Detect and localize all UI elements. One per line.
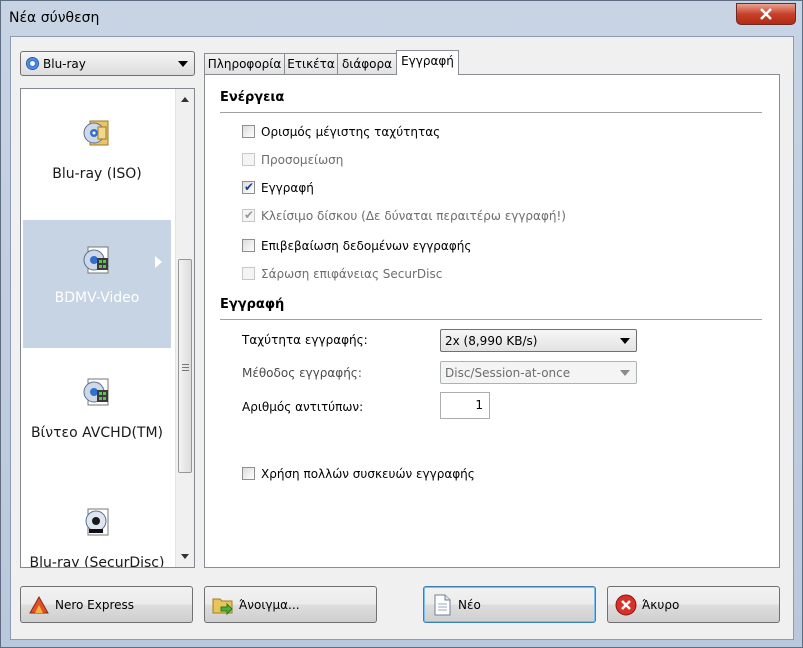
scrollbar-thumb[interactable]: [178, 259, 192, 473]
compilation-type-list[interactable]: Blu-ray (ISO) BDMV-Video Βίντεο AVCHD(TM…: [20, 88, 195, 568]
grip-icon: [182, 364, 189, 371]
list-scrollbar[interactable]: [175, 89, 194, 567]
cancel-button[interactable]: Άκυρο: [607, 586, 780, 623]
tab-label[interactable]: Ετικέτα: [284, 53, 338, 74]
disc-type-dropdown[interactable]: Blu-ray: [20, 51, 195, 76]
blu-ray-iso-icon: [83, 120, 109, 146]
write-method-dropdown: Disc/Session-at-once: [440, 361, 637, 384]
open-folder-icon: [212, 598, 233, 616]
checkbox-box: [242, 467, 255, 480]
checkbox-box: [242, 153, 255, 166]
write-method-label: Μέθοδος εγγραφής:: [242, 366, 362, 380]
write-section-title: Εγγραφή: [220, 297, 285, 312]
avchd-video-icon: [83, 378, 109, 406]
checkbox-label: Εγγραφή: [261, 181, 314, 195]
list-item-blu-ray-iso[interactable]: Blu-ray (ISO): [23, 91, 171, 219]
new-button[interactable]: Νέο: [423, 586, 596, 623]
divider: [220, 319, 762, 320]
checkbox-label: Κλείσιμο δίσκου (Δε δύναται περαιτέρω εγ…: [261, 209, 566, 223]
checkbox-label: Σάρωση επιφάνειας SecurDisc: [261, 267, 443, 281]
nero-express-icon: [29, 595, 49, 614]
open-label: Άνοιγμα...: [239, 598, 300, 612]
securdisc-icon: [85, 508, 109, 536]
write-speed-value: 2x (8,990 KB/s): [445, 334, 538, 348]
close-button[interactable]: [736, 3, 796, 25]
tab-info[interactable]: Πληροφορία: [204, 53, 285, 74]
checkbox-label: Χρήση πολλών συσκευών εγγραφής: [261, 467, 475, 481]
list-item-label: BDMV-Video: [54, 290, 140, 306]
list-item-bdmv-video[interactable]: BDMV-Video: [23, 220, 171, 348]
checkbox-label: Επιβεβαίωση δεδομένων εγγραφής: [261, 239, 472, 253]
nero-express-label: Nero Express: [55, 598, 135, 612]
dialog-body: Blu-ray Blu-ray (ISO) BDMV-Video Βίντεο …: [10, 36, 794, 640]
bdmv-video-icon: [83, 246, 109, 274]
window-title: Νέα σύνθεση: [9, 10, 100, 26]
chevron-down-icon: [620, 338, 630, 344]
blu-ray-disc-icon: [26, 57, 39, 70]
write-speed-label: Ταχύτητα εγγραφής:: [242, 333, 368, 347]
burn-tab-panel: Ενέργεια Ορισμός μέγιστης ταχύτητας Προσ…: [204, 74, 780, 568]
new-document-icon: [434, 594, 451, 616]
nero-express-button[interactable]: Nero Express: [20, 586, 193, 623]
checkbox-box: [242, 125, 255, 138]
scroll-down-arrow-icon[interactable]: [181, 554, 189, 559]
list-item-label: Blu-ray (ISO): [52, 166, 142, 182]
copies-value: 1: [475, 398, 483, 412]
open-button[interactable]: Άνοιγμα...: [204, 586, 377, 623]
divider: [220, 112, 762, 113]
checkbox-box: [242, 239, 255, 252]
cancel-label: Άκυρο: [642, 598, 680, 612]
list-item-avchd-video[interactable]: Βίντεο AVCHD(TM): [23, 350, 171, 478]
chevron-right-icon: [155, 256, 162, 268]
chevron-down-icon: [620, 370, 630, 376]
scroll-up-arrow-icon[interactable]: [181, 97, 189, 102]
checkbox-box: [242, 267, 255, 280]
new-compilation-window: Νέα σύνθεση Blu-ray Blu-ray (ISO) BDMV-V…: [0, 0, 803, 648]
disc-type-value: Blu-ray: [43, 57, 86, 71]
actions-section-title: Ενέργεια: [220, 90, 285, 105]
checkmark-icon: ✔: [244, 180, 255, 194]
new-label: Νέο: [458, 598, 481, 612]
list-item-label: Βίντεο AVCHD(TM): [30, 425, 164, 441]
title-bar: Νέα σύνθεση: [1, 1, 802, 35]
list-item-label: Blu-ray (SecurDisc): [29, 555, 165, 568]
list-item-blu-ray-securdisc[interactable]: Blu-ray (SecurDisc): [23, 480, 171, 568]
write-method-value: Disc/Session-at-once: [445, 366, 571, 380]
checkmark-icon: ✔: [244, 208, 255, 222]
copies-input[interactable]: 1: [440, 392, 490, 419]
tab-burn[interactable]: Εγγραφή: [396, 50, 459, 75]
checkbox-label: Ορισμός μέγιστης ταχύτητας: [261, 125, 441, 139]
close-icon: [760, 8, 772, 20]
checkbox-label: Προσομείωση: [261, 153, 344, 167]
chevron-down-icon: [178, 61, 188, 67]
cancel-icon: [615, 594, 637, 616]
write-speed-dropdown[interactable]: 2x (8,990 KB/s): [440, 329, 637, 352]
copies-label: Αριθμός αντιτύπων:: [242, 400, 364, 414]
tab-misc[interactable]: διάφορα: [337, 53, 397, 74]
